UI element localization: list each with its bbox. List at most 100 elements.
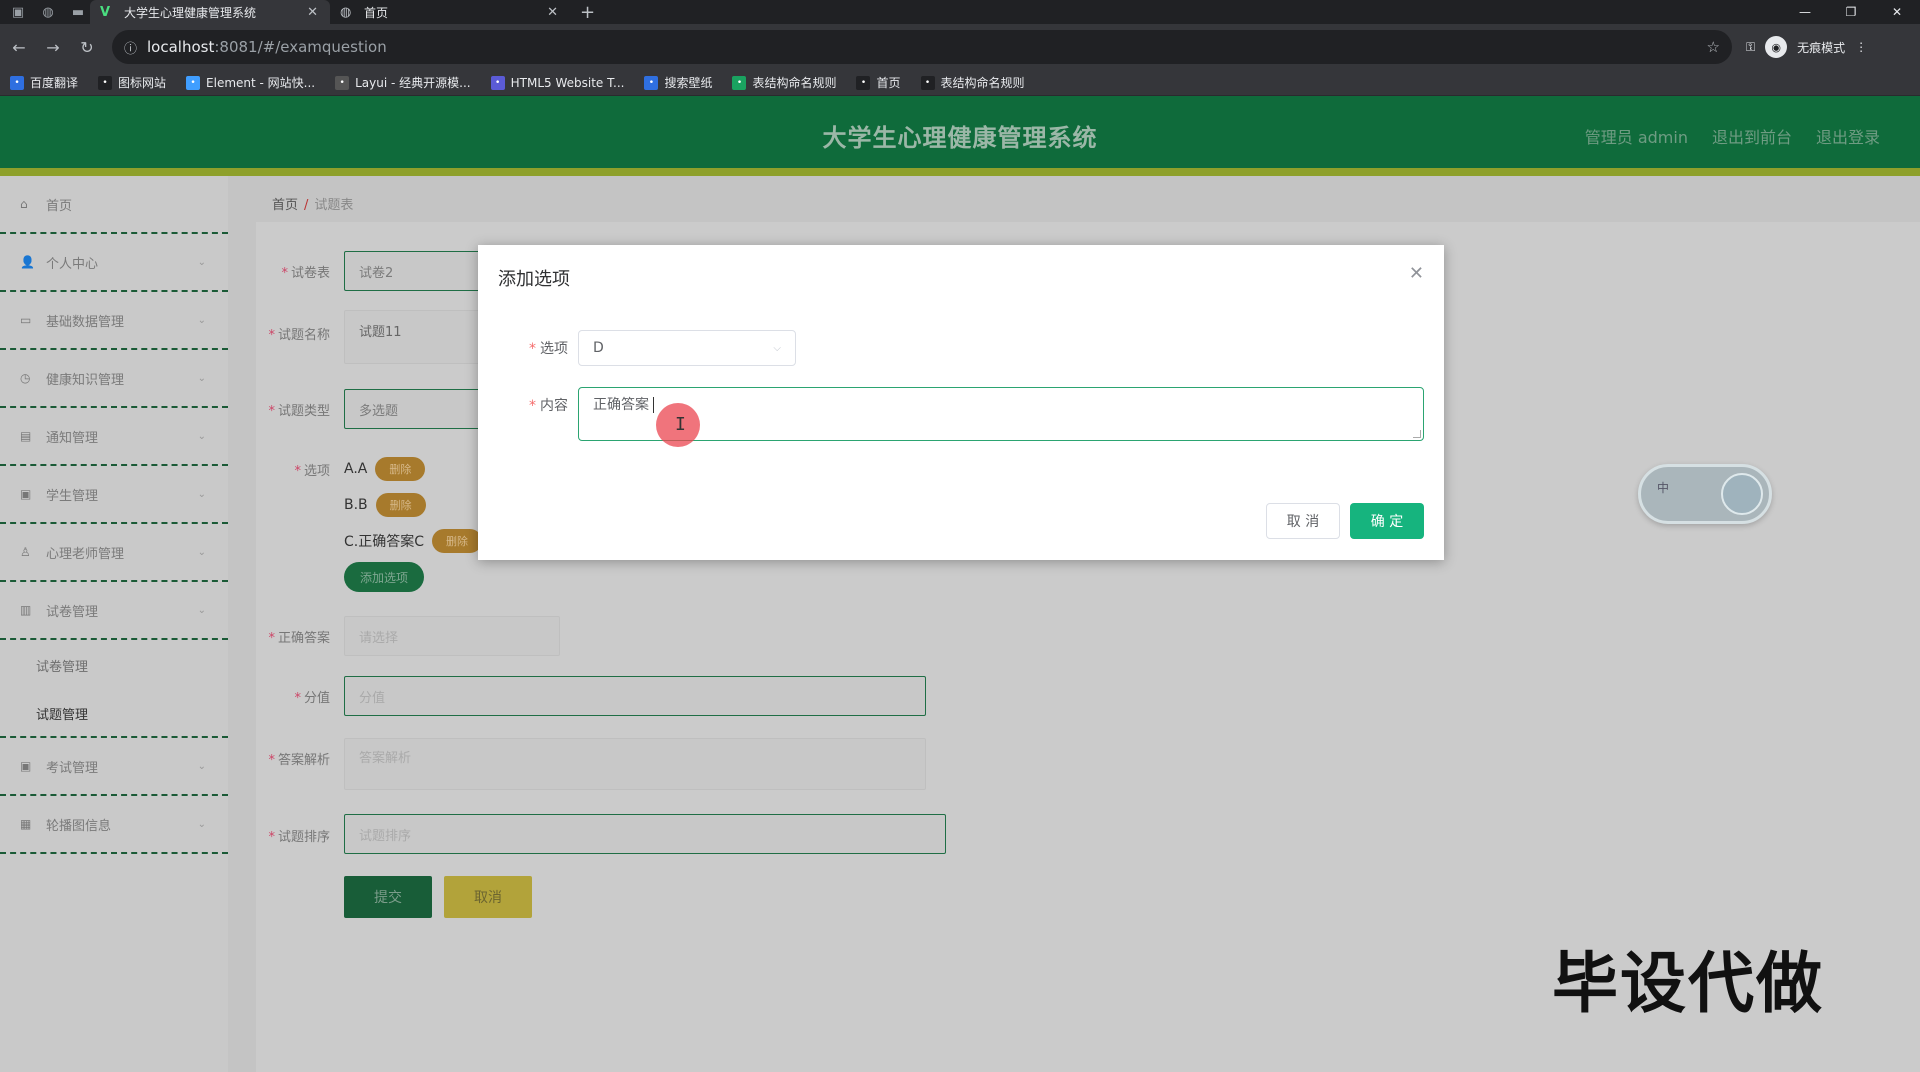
bookmark-label: 表结构命名规则 [940,76,1025,90]
logout-link[interactable]: 退出登录 [1816,124,1880,148]
sidebar-item[interactable]: ▭ 基础数据管理 ⌄ [0,292,228,350]
url-host: localhost [147,38,215,56]
content-textarea-value: 正确答案 [593,397,649,413]
chevron-down-icon: ⌄ [197,818,206,830]
bookmark-item[interactable]: • Element - 网站快... [186,74,315,91]
resize-handle[interactable] [1413,430,1421,438]
bookmark-label: HTML5 Website T... [510,75,625,90]
close-icon[interactable]: ✕ [1409,263,1424,284]
bookmarks-bar: • 百度翻译 • 图标网站 • Element - 网站快... • Layui - 经典开源… [0,70,1920,96]
window-icon[interactable]: ▬ [66,0,90,24]
menu-icon[interactable]: ⋮ [1855,40,1867,54]
sidebar-item-label: 个人中心 [46,256,99,272]
text-cursor-icon: I [675,414,686,435]
content-textarea[interactable]: 正确答案 [578,387,1424,441]
browser-tab-title: 大学生心理健康管理系统 [124,5,257,20]
browser-tab-inactive[interactable]: ◍ 首页 ✕ [330,0,570,24]
bookmark-item[interactable]: • 表结构命名规则 [920,74,1025,91]
bookmark-label: 搜索壁纸 [664,76,713,90]
dialog-cancel-button[interactable]: 取 消 [1266,503,1340,539]
user-icon: 👤 [20,255,35,269]
close-icon[interactable]: ✕ [547,5,558,20]
chevron-down-icon: ⌵ [773,342,781,354]
sidebar-item-label: 健康知识管理 [46,372,125,388]
bookmark-item[interactable]: • Layui - 经典开源模... [335,74,471,91]
content-label: * 内容 [529,398,568,414]
bookmark-label: 百度翻译 [30,76,79,90]
back-icon[interactable]: ← [4,38,34,57]
forward-icon[interactable]: → [38,38,68,57]
star-icon[interactable]: ☆ [1707,38,1720,56]
sidebar-item[interactable]: ♙ 心理老师管理 ⌄ [0,524,228,582]
user-edit-icon: ♙ [20,545,31,559]
delete-option-button[interactable]: 删除 [375,457,426,481]
chevron-down-icon: ⌄ [197,256,206,268]
submit-button[interactable]: 提交 [344,876,432,918]
close-window-icon[interactable]: ✕ [1874,0,1920,24]
sidebar-item[interactable]: ▣ 学生管理 ⌄ [0,466,228,524]
toggle-knob [1721,473,1763,515]
chat-icon: ▭ [20,313,32,327]
add-option-button[interactable]: 添加选项 [344,562,424,592]
monitor-icon: ▣ [20,759,32,773]
minimize-icon[interactable]: — [1782,0,1828,24]
breadcrumb-current: 试题表 [314,198,354,213]
globe-icon[interactable]: ◍ [36,0,60,24]
sidebar-subitem[interactable]: 试卷管理 [0,640,228,690]
cancel-button[interactable]: 取消 [444,876,532,918]
bookmark-item[interactable]: • 图标网站 [98,74,166,91]
sidebar-item[interactable]: ▥ 试卷管理 ⌄ [0,582,228,640]
sidebar-item[interactable]: ◷ 健康知识管理 ⌄ [0,350,228,408]
sidebar-item-label: 首页 [46,198,73,214]
sidebar-item[interactable]: ⌂ 首页 [0,176,228,234]
sort-input[interactable]: 试题排序 [344,814,946,854]
delete-option-button[interactable]: 删除 [432,529,483,553]
tab-search-icon[interactable]: ▣ [6,0,30,24]
option-select-value: D [593,340,604,356]
option-row: C.正确答案C 删除 [344,529,483,553]
sidebar-item[interactable]: 👤 个人中心 ⌄ [0,234,228,292]
score-label: * 分值 [294,691,330,706]
close-icon[interactable]: ✕ [307,5,318,20]
info-icon[interactable]: ⓘ [124,38,137,57]
key-icon[interactable]: ⚿ [1746,40,1755,55]
sidebar-item-label: 通知管理 [46,430,99,446]
text-caret [653,397,654,413]
bookmark-item[interactable]: • HTML5 Website T... [490,75,625,90]
new-tab-button[interactable]: + [580,2,595,23]
incognito-icon[interactable]: ◉ [1765,36,1788,58]
bookmark-item[interactable]: • 首页 [856,74,901,91]
answer-select[interactable]: 请选择 [344,616,560,656]
sidebar-item[interactable]: ▤ 通知管理 ⌄ [0,408,228,466]
bookmark-item[interactable]: • 百度翻译 [10,74,78,91]
add-option-dialog: 添加选项 ✕ * 选项 D ⌵ * 内容 正确答案 取 消 确 定 [478,245,1444,560]
option-select[interactable]: D ⌵ [578,330,796,366]
sidebar-item[interactable]: ▣ 考试管理 ⌄ [0,738,228,796]
option-label: * 选项 [529,341,568,357]
name-input[interactable]: 试题11 [344,310,484,364]
type-select[interactable]: 多选题 [344,389,484,429]
url-input[interactable]: ⓘ localhost :8081/#/examquestion ☆ [112,30,1732,64]
language-toggle[interactable]: 中 [1638,464,1772,524]
incognito-label: 无痕模式 [1797,40,1846,55]
restore-icon[interactable]: ❐ [1828,0,1874,24]
reload-icon[interactable]: ↻ [72,38,102,57]
to-front-link[interactable]: 退出到前台 [1712,124,1792,148]
chevron-down-icon: ⌄ [197,314,206,326]
vue-icon: V [100,4,111,20]
dialog-confirm-button[interactable]: 确 定 [1350,503,1424,539]
sidebar-item[interactable]: ▦ 轮播图信息 ⌄ [0,796,228,854]
delete-option-button[interactable]: 删除 [375,493,426,517]
score-input[interactable]: 分值 [344,676,926,716]
sidebar-subitem[interactable]: 试题管理 [0,690,228,738]
breadcrumb-home[interactable]: 首页 [272,198,298,213]
browser-tab-active[interactable]: V 大学生心理健康管理系统 ✕ [90,0,330,24]
bookmark-icon: • [732,75,747,90]
bookmark-item[interactable]: • 表结构命名规则 [732,74,836,91]
paper-select[interactable]: 试卷2 [344,251,484,291]
option-row: B.B 删除 [344,493,426,517]
analysis-textarea[interactable]: 答案解析 [344,738,926,790]
option-row: A.A 删除 [344,457,426,481]
bookmark-icon: • [335,75,350,90]
bookmark-item[interactable]: • 搜索壁纸 [644,74,712,91]
